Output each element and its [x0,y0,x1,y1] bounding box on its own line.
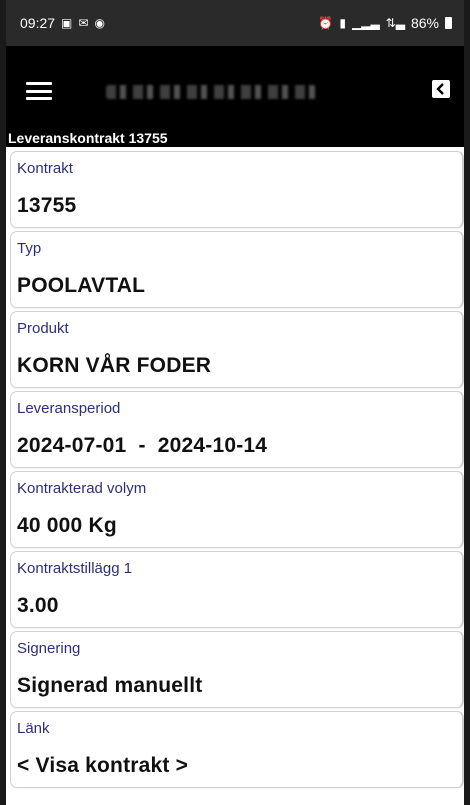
data-signal-icon: ⇅▃ [385,16,405,30]
battery-percent: 86% [410,15,439,31]
status-time: 09:27 [20,15,56,31]
status-left: 09:27 ▣ ✉ ◉ [20,15,105,31]
field-label: Länk [17,720,50,737]
status-bar: 09:27 ▣ ✉ ◉ ⏰ ▮ ▁▂▃ ⇅▃ 86% [6,0,464,46]
view-contract-link[interactable]: < Visa kontrakt > [17,754,188,778]
field-value: 13755 [17,194,77,217]
app-screen: 09:27 ▣ ✉ ◉ ⏰ ▮ ▁▂▃ ⇅▃ 86% Leveranskontr… [0,0,470,805]
status-right: ⏰ ▮ ▁▂▃ ⇅▃ 86% [318,15,452,31]
field-signering: Signering Signerad manuellt [10,631,464,708]
app-title-blurred [106,85,316,99]
field-value: KORN VÅR FODER [17,354,212,377]
field-lank: Länk < Visa kontrakt > [10,711,464,788]
field-label: Kontrakterad volym [17,480,147,497]
sms-icon: ✉ [78,16,89,30]
field-value: 3.00 [17,594,59,617]
alarm-icon: ⏰ [318,16,334,30]
field-kontraktstillagg: Kontraktstillägg 1 3.00 [10,551,464,628]
back-arrow-icon [436,83,444,95]
field-label: Typ [17,240,42,257]
page-title: Leveranskontrakt 13755 [8,130,168,146]
contract-details: Kontrakt 13755 Typ POOLAVTAL Produkt KOR… [6,147,464,788]
field-label: Produkt [17,320,69,337]
field-value: 2024-07-01 - 2024-10-14 [17,434,268,457]
signal-icon: ▁▂▃ [351,16,380,30]
field-label: Leveransperiod [17,400,121,417]
battery-icon [445,17,452,29]
whatsapp-icon: ◉ [94,16,105,30]
field-label: Kontrakt [17,160,73,177]
field-produkt: Produkt KORN VÅR FODER [10,311,464,388]
app-header: Leveranskontrakt 13755 [6,46,464,147]
vibrate-icon: ▮ [339,16,346,30]
field-label: Signering [17,640,81,657]
field-value: Signerad manuellt [17,674,203,697]
field-leveransperiod: Leveransperiod 2024-07-01 - 2024-10-14 [10,391,464,468]
field-label: Kontraktstillägg 1 [17,560,133,577]
field-kontrakt: Kontrakt 13755 [10,151,464,228]
field-typ: Typ POOLAVTAL [10,231,464,308]
back-button[interactable] [432,80,450,98]
hamburger-menu-icon[interactable] [26,82,52,100]
gallery-icon: ▣ [61,16,73,30]
field-value: 40 000 Kg [17,514,117,537]
field-kontrakterad-volym: Kontrakterad volym 40 000 Kg [10,471,464,548]
field-value: POOLAVTAL [17,274,146,297]
